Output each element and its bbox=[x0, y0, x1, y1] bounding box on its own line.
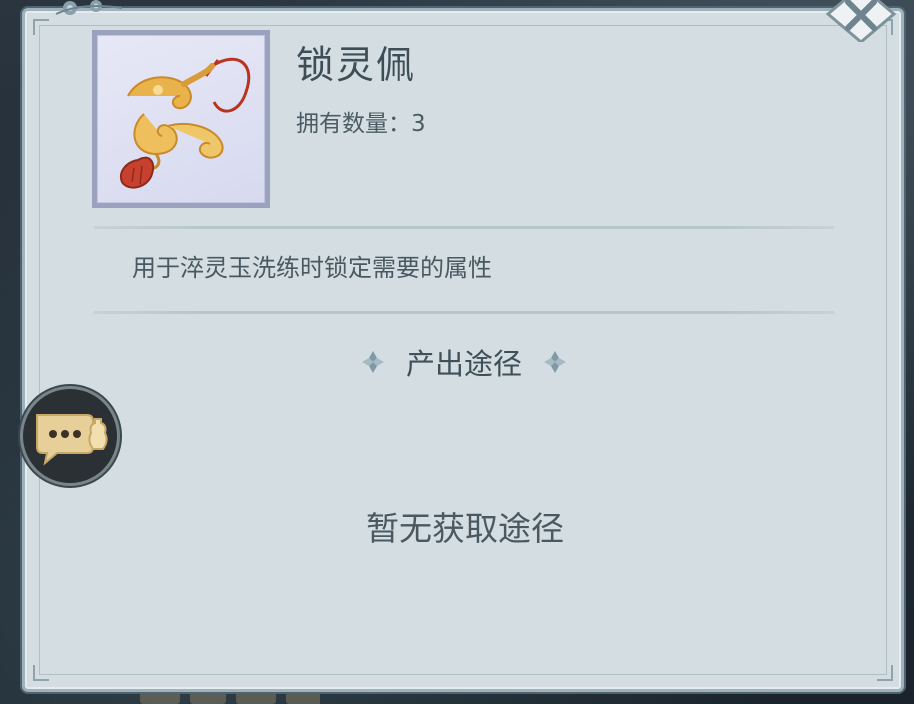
diamond-ornament-icon bbox=[361, 351, 384, 373]
owned-quantity: 拥有数量：3 bbox=[296, 104, 426, 138]
flower-ornament-icon bbox=[55, 0, 123, 15]
close-button[interactable] bbox=[826, 0, 896, 42]
item-icon-frame bbox=[92, 30, 270, 208]
frame-corner bbox=[33, 665, 49, 681]
item-name: 锁灵佩 bbox=[296, 43, 417, 87]
no-source-message: 暂无获取途径 bbox=[366, 509, 564, 548]
divider bbox=[94, 226, 834, 229]
close-icon bbox=[826, 0, 896, 42]
item-description: 用于淬灵玉洗练时锁定需要的属性 bbox=[132, 254, 492, 282]
jade-pendant-icon bbox=[120, 57, 251, 189]
owned-count: 3 bbox=[411, 111, 426, 137]
chat-button[interactable] bbox=[20, 386, 120, 486]
item-image-slot bbox=[97, 35, 265, 203]
divider bbox=[94, 311, 834, 314]
frame-corner bbox=[877, 665, 893, 681]
source-section-header: 产出途径 bbox=[344, 340, 584, 384]
diamond-ornament-icon bbox=[544, 351, 566, 373]
source-section-title: 产出途径 bbox=[405, 347, 522, 381]
frame-corner bbox=[33, 19, 49, 35]
owned-label: 拥有数量： bbox=[296, 111, 411, 137]
chat-bubble-icon bbox=[36, 414, 108, 466]
